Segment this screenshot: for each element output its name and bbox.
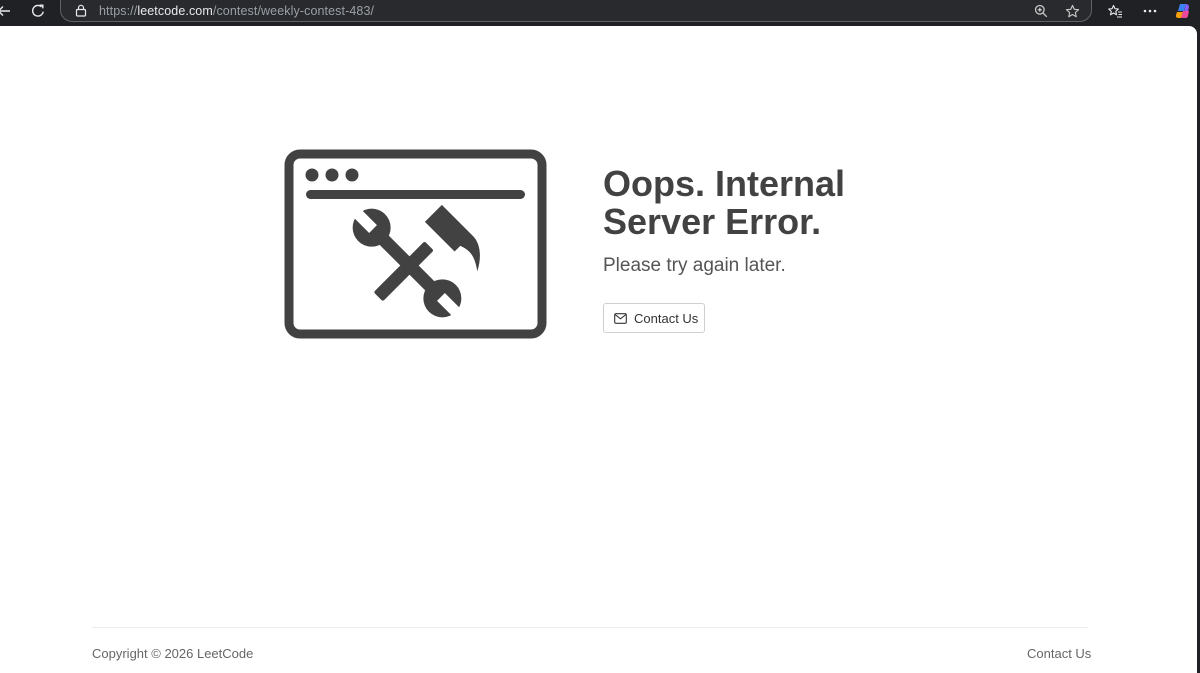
title-line-2: Server Error. [603,201,822,242]
footer-copyright: Copyright © 2026 LeetCode [92,646,254,661]
more-icon[interactable] [1140,0,1160,22]
mail-icon [614,312,627,324]
url-host: leetcode.com [137,3,213,18]
favorites-icon[interactable] [1105,0,1125,22]
url-path: /contest/weekly-contest-483/ [212,3,375,18]
lock-icon[interactable] [74,4,88,18]
url-text[interactable]: https://leetcode.com/contest/weekly-cont… [99,4,374,18]
url-prefix: https:// [99,3,138,18]
address-bar[interactable]: https://leetcode.com/contest/weekly-cont… [60,0,1092,22]
copilot-icon[interactable] [1173,0,1193,22]
zoom-icon[interactable] [1032,0,1050,22]
title-line-1: Oops. Internal [603,163,846,204]
page-title: Oops. Internal Server Error. [603,165,845,241]
error-subtitle: Please try again later. [603,255,786,276]
footer-contact-link[interactable]: Contact Us [1027,646,1091,661]
footer-divider [92,627,1088,628]
star-icon[interactable] [1063,0,1081,22]
back-icon[interactable] [0,0,14,22]
maintenance-window-icon [284,149,547,339]
contact-us-button[interactable]: Contact Us [603,303,705,333]
browser-toolbar: https://leetcode.com/contest/weekly-cont… [0,0,1200,26]
page-viewport: Oops. Internal Server Error. Please try … [0,26,1197,673]
reload-icon[interactable] [28,0,48,22]
contact-us-button-label: Contact Us [634,310,699,326]
